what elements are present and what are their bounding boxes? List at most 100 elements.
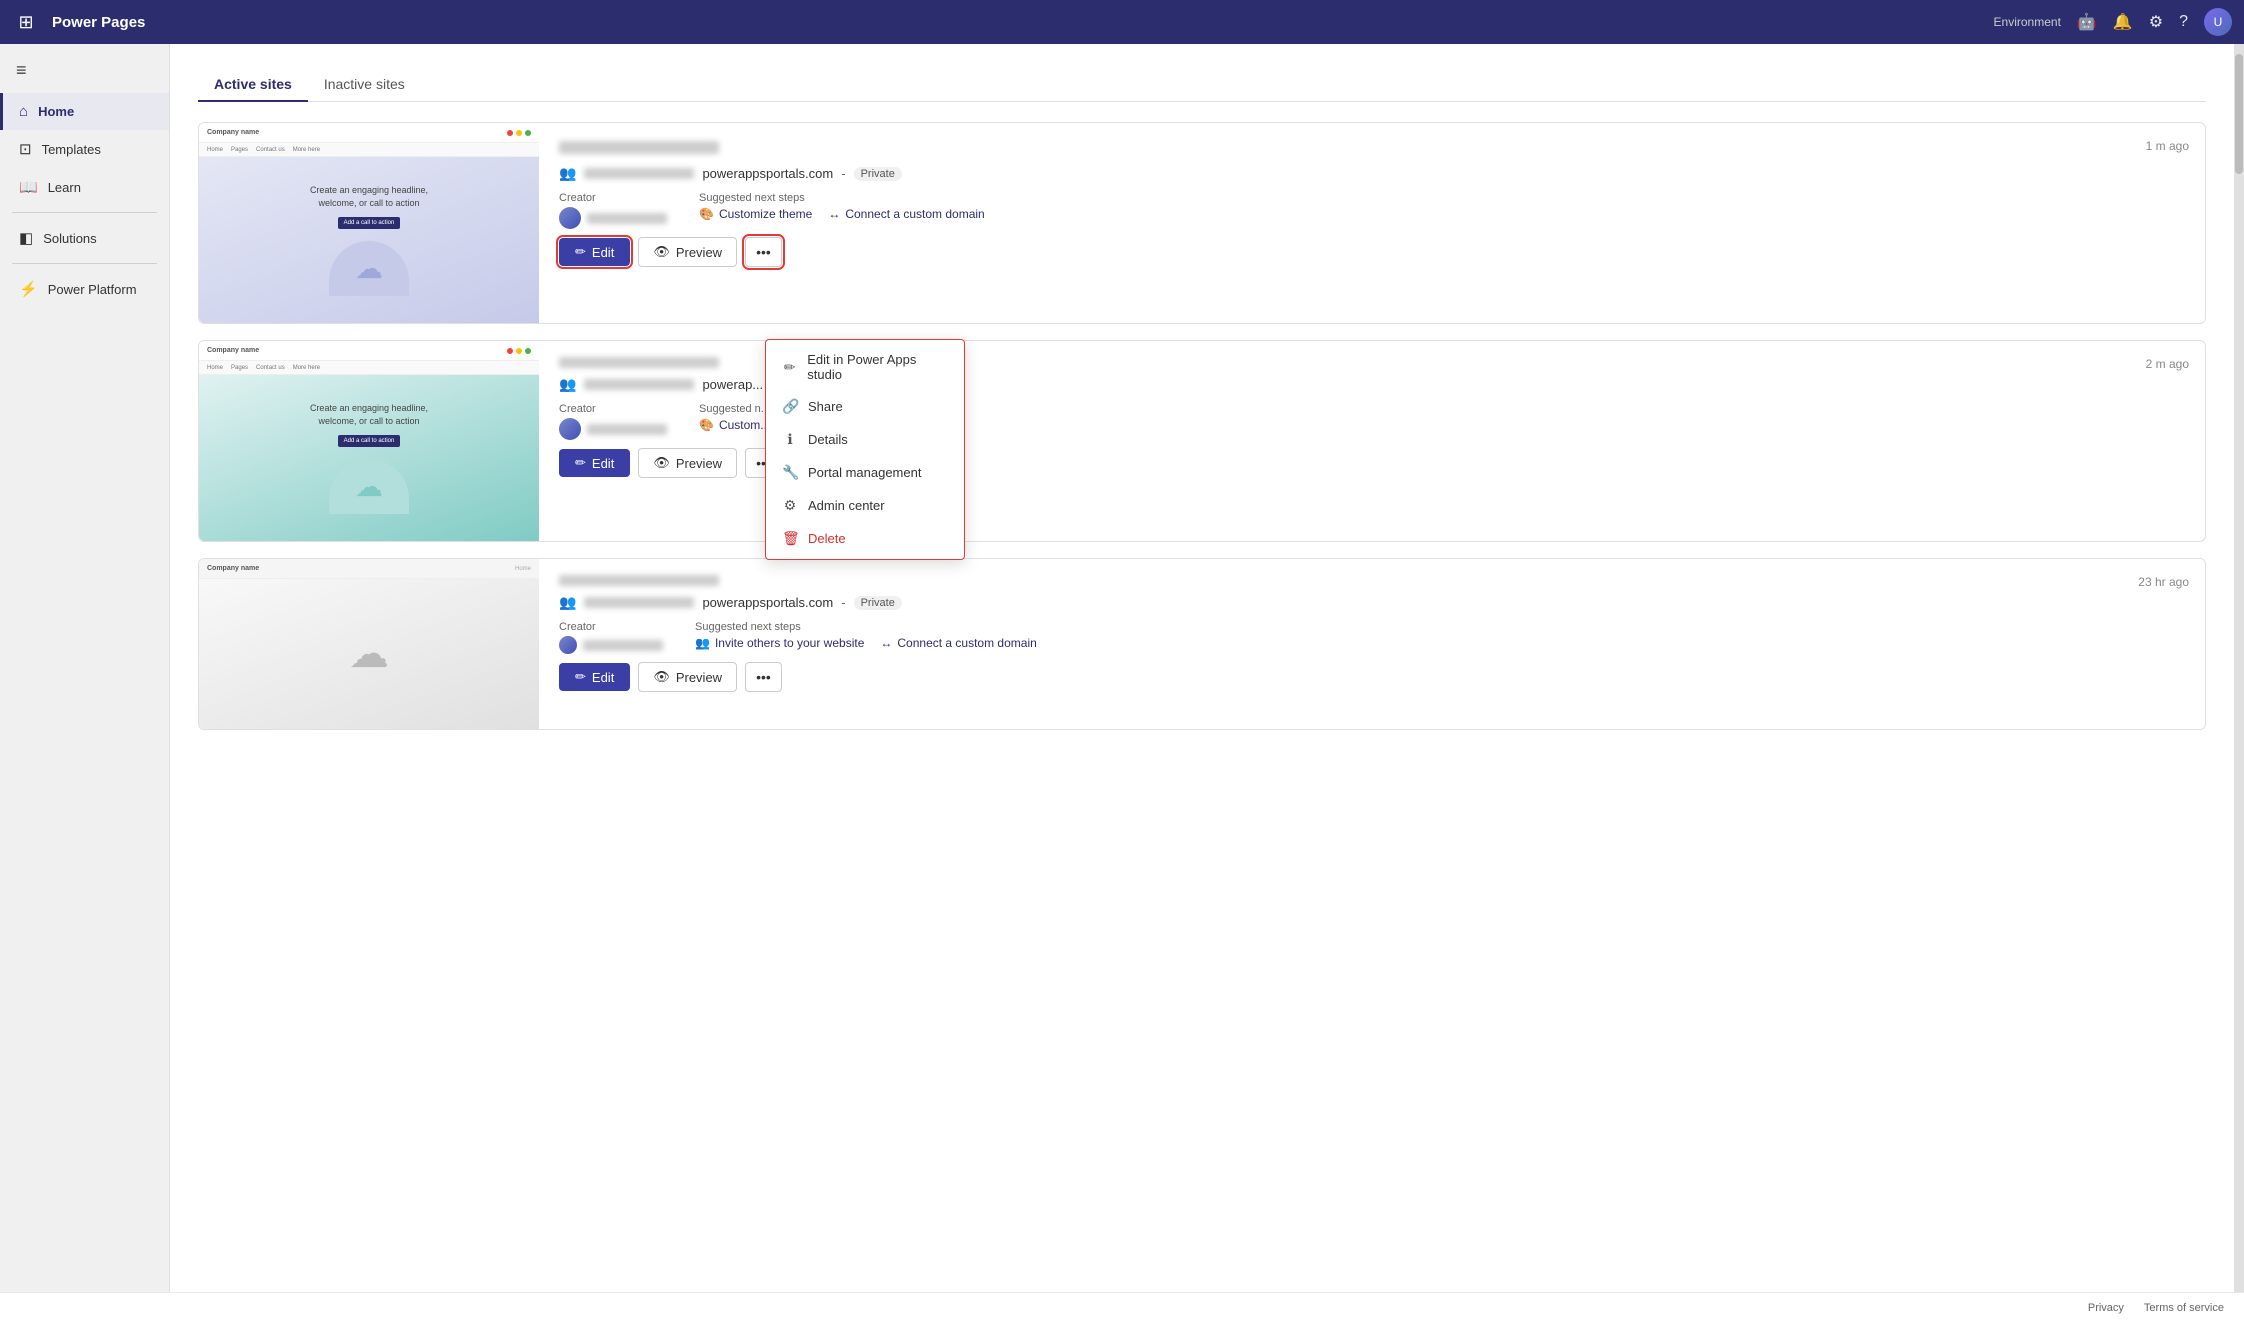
creator-avatar-2 [559,418,581,440]
tab-inactive-sites[interactable]: Inactive sites [308,68,421,102]
next-step-3b[interactable]: ↔ Connect a custom domain [880,636,1036,650]
sidebar-label-learn: Learn [48,180,81,195]
learn-icon: 📖 [19,178,38,196]
bot-icon[interactable]: 🤖 [2077,12,2097,32]
sidebar-item-solutions[interactable]: ◧ Solutions [0,219,169,257]
sidebar-divider-1 [12,212,157,213]
sidebar-label-solutions: Solutions [43,231,96,246]
site-tabs: Active sites Inactive sites [198,68,2206,102]
site-thumbnail-3: Company name Home ☁ [199,559,539,729]
more-button-1[interactable]: ••• [745,237,782,267]
creator-avatar-3 [559,636,577,654]
more-button-3[interactable]: ••• [745,662,782,692]
share-icon: 🔗 [782,398,798,415]
site-url-row-1: 👥 powerappsportals.com - Private [559,165,2185,182]
site-url-1: powerappsportals.com [702,166,833,181]
privacy-link[interactable]: Privacy [2088,1302,2124,1314]
edit-power-apps-icon: ✏ [782,359,797,376]
sidebar-item-templates[interactable]: ⊡ Templates [0,130,169,168]
topbar: ⊞ Power Pages Environment 🤖 🔔 ⚙ ? U [0,0,2244,44]
sidebar-item-learn[interactable]: 📖 Learn [0,168,169,206]
site-title-blur-1 [559,139,719,157]
site-url-row-3: 👥 powerappsportals.com - Private [559,594,2185,611]
site-timestamp-1: 1 m ago [2146,139,2189,153]
site-people-icon-2: 👥 [559,376,576,393]
next-step-1b[interactable]: ↔ Connect a custom domain [828,207,984,221]
site-badge-3: Private [854,596,902,610]
app-title: Power Pages [52,14,145,31]
sidebar-label-home: Home [38,104,74,119]
delete-icon: 🗑 [782,530,798,547]
templates-icon: ⊡ [19,140,32,158]
site-meta-1: Creator Suggested next steps 🎨 Customize… [559,192,2185,229]
next-steps-label-3: Suggested next steps [695,621,1037,633]
solutions-icon: ◧ [19,229,33,247]
next-step-3a[interactable]: 👥 Invite others to your website [695,636,864,650]
site-badge-1: Private [854,167,902,181]
menu-item-admin-center[interactable]: ⚙ Admin center [766,489,964,522]
site-url-2: powerap... [702,377,763,392]
edit-button-2[interactable]: ✏ Edit [559,449,630,477]
site-people-icon-3: 👥 [559,594,576,611]
sidebar-item-power-platform[interactable]: ⚡ Power Platform [0,270,169,308]
site-actions-3: ✏ Edit 👁 Preview ••• [559,662,2185,692]
home-icon: ⌂ [19,103,28,120]
environment-label: Environment [1994,15,2061,29]
preview-button-2[interactable]: 👁 Preview [638,448,737,478]
topbar-right: Environment 🤖 🔔 ⚙ ? U [1994,8,2232,36]
site-card-2: Company name Home Pages Contact us More … [198,340,2206,542]
sidebar-label-templates: Templates [42,142,101,157]
site-meta-3: Creator Suggested next steps 👥 Invite ot… [559,621,2185,654]
help-icon[interactable]: ? [2179,13,2188,31]
sidebar-divider-2 [12,263,157,264]
sidebar-label-power-platform: Power Platform [48,282,137,297]
edit-button-1[interactable]: ✏ Edit [559,238,630,266]
scrollbar-thumb[interactable] [2235,54,2243,174]
menu-item-portal-management[interactable]: 🔧 Portal management [766,456,964,489]
site-people-icon-1: 👥 [559,165,576,182]
admin-center-icon: ⚙ [782,497,798,514]
menu-item-share[interactable]: 🔗 Share [766,390,964,423]
context-menu: ✏ Edit in Power Apps studio 🔗 Share ℹ De… [765,339,965,560]
menu-item-delete[interactable]: 🗑 Delete [766,522,964,555]
creator-avatar-1 [559,207,581,229]
site-content-1: 1 m ago 👥 powerappsportals.com - Private [539,123,2205,283]
site-card-1: Company name Home Pages Contact us More … [198,122,2206,324]
waffle-icon[interactable]: ⊞ [12,8,40,36]
main-content: Active sites Inactive sites Company name [170,44,2234,1292]
edit-button-3[interactable]: ✏ Edit [559,663,630,691]
notification-icon[interactable]: 🔔 [2113,12,2133,32]
sidebar-item-home[interactable]: ⌂ Home [0,93,169,130]
next-step-2a[interactable]: 🎨 Custom... [699,418,770,432]
terms-link[interactable]: Terms of service [2144,1302,2224,1314]
site-url-3: powerappsportals.com [702,595,833,610]
creator-label-1: Creator [559,192,667,204]
site-thumbnail-2: Company name Home Pages Contact us More … [199,341,539,541]
hamburger-icon[interactable]: ≡ [0,52,169,89]
footer: Privacy Terms of service [0,1292,2244,1322]
menu-item-edit-power-apps[interactable]: ✏ Edit in Power Apps studio [766,344,964,390]
next-step-1a[interactable]: 🎨 Customize theme [699,207,812,221]
settings-icon[interactable]: ⚙ [2149,12,2163,32]
site-timestamp-3: 23 hr ago [2138,575,2189,589]
preview-button-1[interactable]: 👁 Preview [638,237,737,267]
menu-item-details[interactable]: ℹ Details [766,423,964,456]
creator-label-3: Creator [559,621,663,633]
portal-mgmt-icon: 🔧 [782,464,798,481]
thumbnail-nav-bar: Company name [199,123,539,143]
site-card-3: Company name Home ☁ 23 hr ago 👥 powerap [198,558,2206,730]
sidebar: ≡ ⌂ Home ⊡ Templates 📖 Learn ◧ Solutions… [0,44,170,1292]
site-actions-1: ✏ Edit 👁 Preview ••• [559,237,2185,267]
power-platform-icon: ⚡ [19,280,38,298]
site-content-3: 23 hr ago 👥 powerappsportals.com - Priva… [539,559,2205,708]
avatar[interactable]: U [2204,8,2232,36]
scrollbar[interactable] [2234,44,2244,1292]
next-steps-label-1: Suggested next steps [699,192,985,204]
creator-label-2: Creator [559,403,667,415]
tab-active-sites[interactable]: Active sites [198,68,308,102]
preview-button-3[interactable]: 👁 Preview [638,662,737,692]
site-timestamp-2: 2 m ago [2146,357,2189,371]
layout: ≡ ⌂ Home ⊡ Templates 📖 Learn ◧ Solutions… [0,44,2244,1292]
site-thumbnail-1: Company name Home Pages Contact us More … [199,123,539,323]
details-icon: ℹ [782,431,798,448]
